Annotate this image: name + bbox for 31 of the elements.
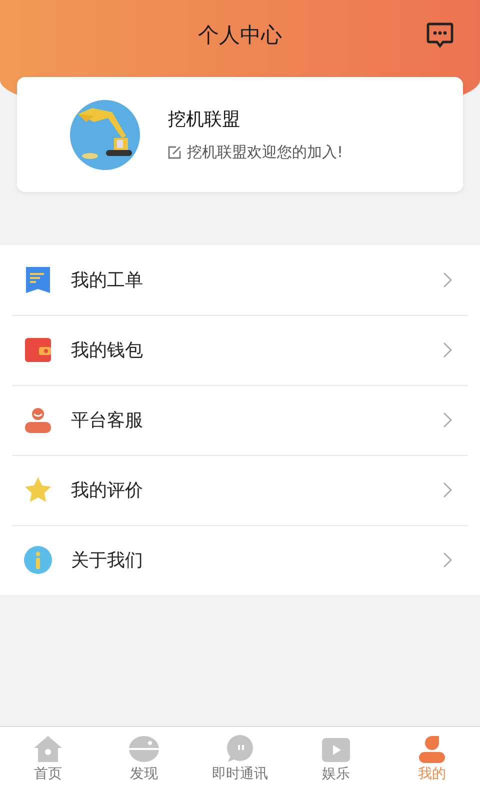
chat-bubble-icon (226, 735, 254, 763)
play-icon (321, 735, 351, 763)
planet-icon (128, 735, 160, 763)
wallet-icon (24, 337, 52, 363)
home-icon (33, 735, 63, 763)
profile-motto: 挖机联盟欢迎您的加入! (187, 143, 344, 162)
message-button[interactable] (426, 22, 454, 48)
chevron-right-icon (443, 272, 452, 288)
tab-item[interactable]: 发现 (96, 727, 192, 800)
info-icon (24, 546, 52, 574)
tab-item[interactable]: 即时通讯 (192, 727, 288, 800)
tab-item[interactable]: 娱乐 (288, 727, 384, 800)
chevron-right-icon (443, 552, 452, 568)
chevron-right-icon (443, 342, 452, 358)
bookmark-list-icon (24, 266, 52, 294)
page-title: 个人中心 (198, 22, 282, 49)
avatar-drawing (70, 100, 140, 170)
menu-item[interactable]: 我的钱包 (0, 315, 480, 385)
person-icon (418, 735, 446, 763)
person-icon (24, 407, 52, 433)
menu-item[interactable]: 我的工单 (0, 245, 480, 315)
menu-item[interactable]: 关于我们 (0, 525, 480, 595)
menu-item[interactable]: 我的评价 (0, 455, 480, 525)
tab-item[interactable]: 首页 (0, 727, 96, 800)
edit-icon (168, 146, 181, 159)
chevron-right-icon (443, 482, 452, 498)
chevron-right-icon (443, 412, 452, 428)
message-icon (426, 22, 454, 48)
star-icon (24, 476, 52, 504)
profile-name: 挖机联盟 (168, 108, 241, 131)
menu-item[interactable]: 平台客服 (0, 385, 480, 455)
